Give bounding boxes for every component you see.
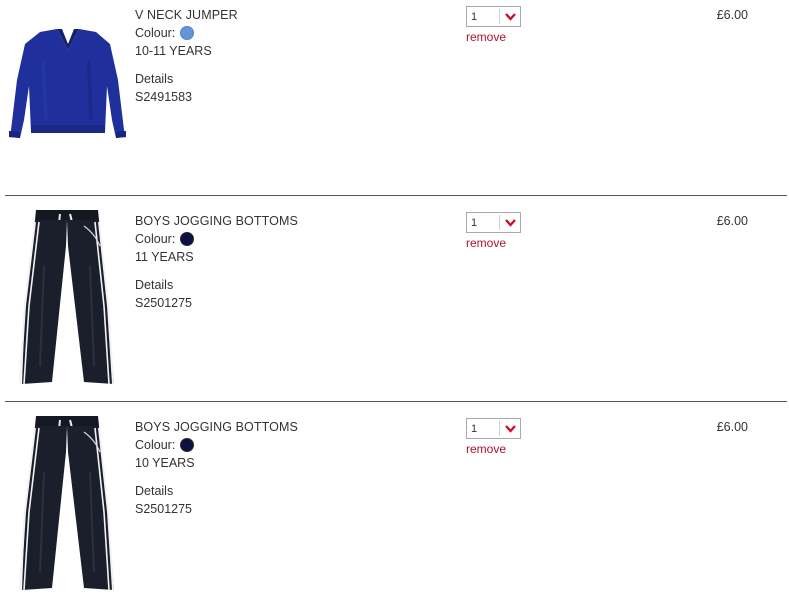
item-price: £6.00	[716, 420, 748, 434]
item-size: 10-11 YEARS	[135, 44, 212, 58]
item-size: 11 YEARS	[135, 250, 194, 264]
quantity-value: 1	[471, 423, 478, 435]
colour-swatch	[180, 26, 195, 40]
quantity-control: 1 remove	[466, 418, 521, 456]
divider	[5, 401, 787, 402]
remove-link[interactable]: remove	[466, 30, 521, 44]
remove-link[interactable]: remove	[466, 236, 521, 250]
colour-row: Colour:	[135, 230, 435, 248]
quantity-value: 1	[471, 217, 478, 229]
quantity-select[interactable]: 1	[466, 418, 521, 439]
jogging-bottoms-image[interactable]	[0, 206, 135, 402]
divider	[5, 195, 787, 196]
basket-item-list: V NECK JUMPER Colour: 10-11 YEARS Detail…	[0, 0, 789, 594]
item-name[interactable]: BOYS JOGGING BOTTOMS	[135, 212, 435, 230]
item-details: V NECK JUMPER Colour: 10-11 YEARS Detail…	[135, 6, 435, 106]
item-price: £6.00	[716, 214, 748, 228]
chevron-down-icon[interactable]	[499, 9, 520, 24]
item-size: 10 YEARS	[135, 456, 195, 470]
colour-label: Colour:	[135, 26, 176, 40]
remove-link[interactable]: remove	[466, 442, 521, 456]
colour-swatch	[180, 232, 195, 246]
colour-row: Colour:	[135, 24, 435, 42]
item-code: S2491583	[135, 90, 193, 104]
basket-item: V NECK JUMPER Colour: 10-11 YEARS Detail…	[0, 0, 789, 196]
details-label: Details	[135, 72, 174, 86]
quantity-select[interactable]: 1	[466, 6, 521, 27]
v-neck-jumper-image[interactable]	[0, 0, 135, 196]
quantity-select[interactable]: 1	[466, 212, 521, 233]
colour-swatch	[180, 438, 195, 452]
colour-label: Colour:	[135, 438, 176, 452]
item-price: £6.00	[716, 8, 748, 22]
item-details: BOYS JOGGING BOTTOMS Colour: 11 YEARS De…	[135, 212, 435, 312]
item-name[interactable]: V NECK JUMPER	[135, 6, 435, 24]
details-label: Details	[135, 278, 174, 292]
item-name[interactable]: BOYS JOGGING BOTTOMS	[135, 418, 435, 436]
details-label: Details	[135, 484, 174, 498]
basket-item: BOYS JOGGING BOTTOMS Colour: 11 YEARS De…	[0, 206, 789, 402]
chevron-down-icon[interactable]	[499, 421, 520, 436]
item-details: BOYS JOGGING BOTTOMS Colour: 10 YEARS De…	[135, 418, 435, 518]
item-code: S2501275	[135, 502, 193, 516]
item-code: S2501275	[135, 296, 193, 310]
jogging-bottoms-image[interactable]	[0, 412, 135, 594]
quantity-value: 1	[471, 11, 478, 23]
quantity-control: 1 remove	[466, 212, 521, 250]
chevron-down-icon[interactable]	[499, 215, 520, 230]
quantity-control: 1 remove	[466, 6, 521, 44]
basket-item: BOYS JOGGING BOTTOMS Colour: 10 YEARS De…	[0, 412, 789, 594]
colour-label: Colour:	[135, 232, 176, 246]
colour-row: Colour:	[135, 436, 435, 454]
